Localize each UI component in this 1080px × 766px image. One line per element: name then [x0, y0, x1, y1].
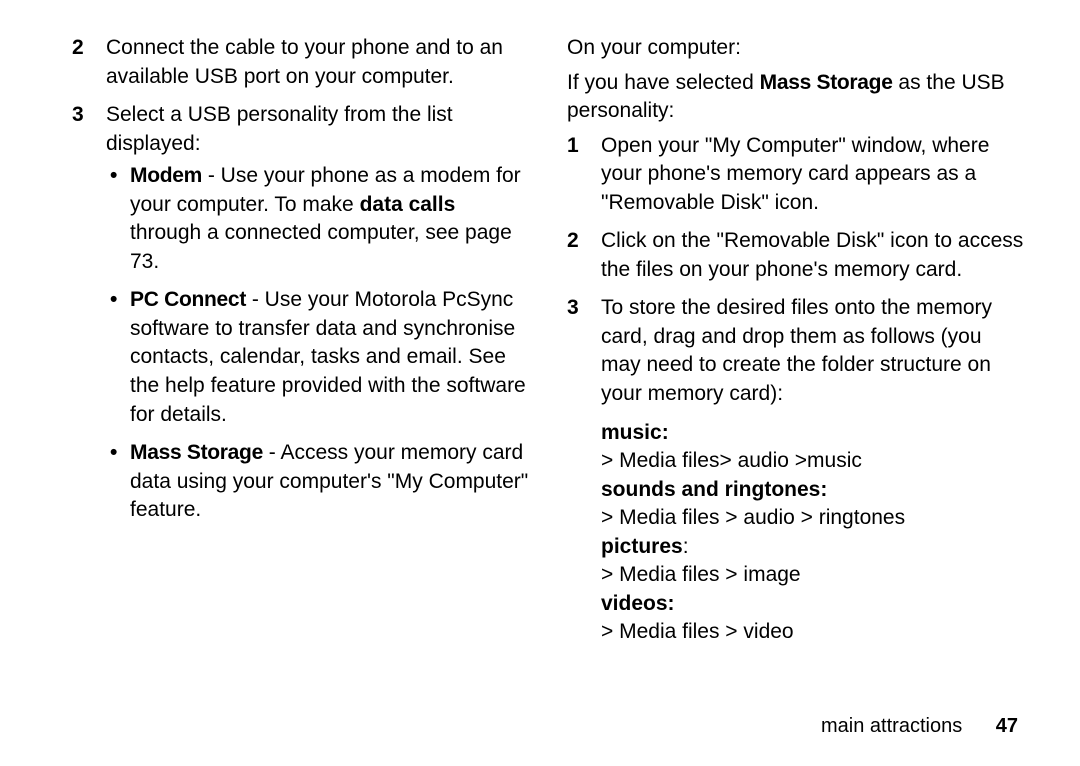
sounds-path: > Media files > audio > ringtones: [601, 504, 1024, 533]
bullet-modem: Modem - Use your phone as a modem for yo…: [106, 162, 529, 276]
step-number: 3: [567, 294, 579, 323]
bullet-term: Mass Storage: [130, 441, 263, 464]
videos-path: > Media files > video: [601, 618, 1024, 647]
bullet-term: Modem: [130, 164, 202, 187]
bullet-massstorage: Mass Storage - Access your memory card d…: [106, 439, 529, 525]
step-text: To store the desired files onto the memo…: [601, 296, 992, 405]
step-number: 2: [567, 227, 579, 256]
step-text: Select a USB personality from the list d…: [106, 103, 453, 155]
step-2: 2 Connect the cable to your phone and to…: [72, 34, 529, 91]
right-step-2: 2 Click on the "Removable Disk" icon to …: [567, 227, 1024, 284]
step-text: Connect the cable to your phone and to a…: [106, 36, 503, 88]
music-path: > Media files> audio >music: [601, 447, 1024, 476]
bold-datacalls: data calls: [360, 193, 456, 216]
page-footer: main attractions 47: [821, 715, 1018, 738]
bullet-text-2: through a connected computer, see page 7…: [130, 221, 512, 273]
step-3: 3 Select a USB personality from the list…: [72, 101, 529, 525]
step-number: 1: [567, 132, 579, 161]
step-text: Open your "My Computer" window, where yo…: [601, 134, 989, 214]
right-heading: On your computer:: [567, 34, 1024, 63]
right-column: On your computer: If you have selected M…: [567, 34, 1024, 742]
step-text: Click on the "Removable Disk" icon to ac…: [601, 229, 1023, 281]
manual-page: 2 Connect the cable to your phone and to…: [0, 0, 1080, 766]
folder-paths: music: > Media files> audio >music sound…: [567, 419, 1024, 647]
pictures-colon: :: [683, 535, 689, 558]
personality-bullets: Modem - Use your phone as a modem for yo…: [106, 162, 529, 525]
footer-page-number: 47: [996, 715, 1018, 737]
pictures-path: > Media files > image: [601, 561, 1024, 590]
bullet-pcconnect: PC Connect - Use your Motorola PcSync so…: [106, 286, 529, 429]
music-label: music:: [601, 419, 1024, 448]
right-step-1: 1 Open your "My Computer" window, where …: [567, 132, 1024, 218]
intro-mass: Mass Storage: [760, 71, 893, 94]
right-step-3: 3 To store the desired files onto the me…: [567, 294, 1024, 408]
sounds-label: sounds and ringtones:: [601, 476, 1024, 505]
step-number: 2: [72, 34, 84, 63]
step-number: 3: [72, 101, 84, 130]
right-intro: If you have selected Mass Storage as the…: [567, 69, 1024, 126]
pictures-line: pictures:: [601, 533, 1024, 562]
footer-section: main attractions: [821, 715, 962, 737]
right-num-list: 1 Open your "My Computer" window, where …: [567, 132, 1024, 409]
intro-pre: If you have selected: [567, 71, 760, 94]
bullet-term: PC Connect: [130, 288, 246, 311]
left-column: 2 Connect the cable to your phone and to…: [72, 34, 529, 742]
videos-label: videos:: [601, 590, 1024, 619]
pictures-label: pictures: [601, 535, 683, 558]
left-num-list: 2 Connect the cable to your phone and to…: [72, 34, 529, 525]
